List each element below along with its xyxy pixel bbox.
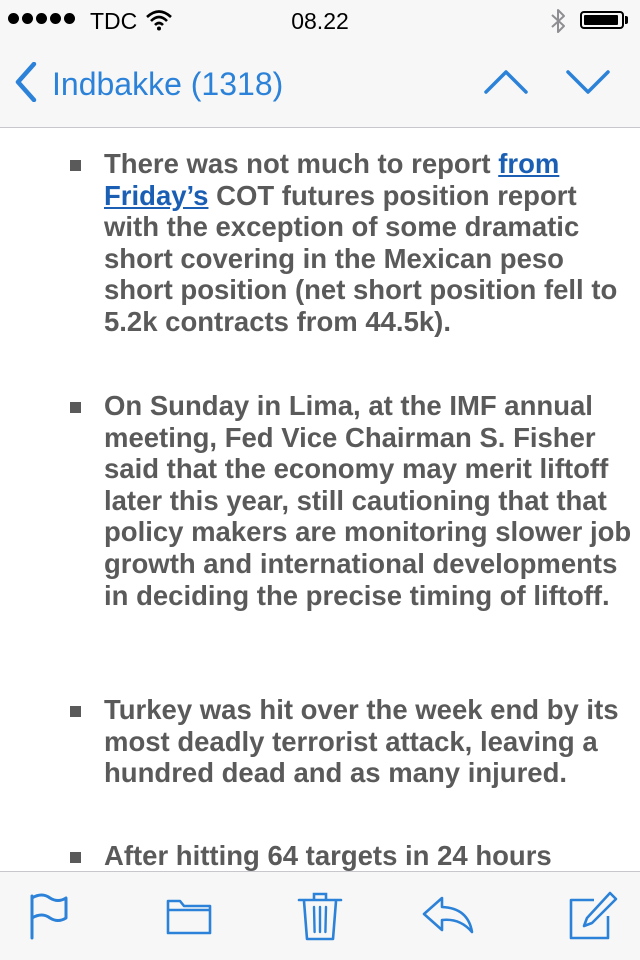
chevron-down-icon bbox=[566, 70, 610, 94]
mail-navigation-bar: Indbakke (1318) bbox=[0, 40, 640, 128]
flag-icon bbox=[30, 893, 68, 940]
next-message-button[interactable] bbox=[564, 66, 612, 103]
reply-icon bbox=[422, 896, 474, 934]
reply-button[interactable] bbox=[420, 890, 476, 945]
folder-icon bbox=[166, 899, 212, 935]
chevron-left-icon bbox=[14, 61, 38, 107]
trash-button[interactable] bbox=[297, 890, 343, 947]
bullet-text: There was not much to report from Friday… bbox=[104, 148, 618, 337]
status-time: 08.22 bbox=[291, 8, 349, 34]
bluetooth-icon bbox=[550, 8, 566, 39]
email-body[interactable]: There was not much to report from Friday… bbox=[0, 128, 640, 871]
trash-icon bbox=[297, 892, 343, 941]
compose-button[interactable] bbox=[566, 890, 618, 947]
flag-button[interactable] bbox=[28, 890, 70, 945]
bullet-text: After hitting 64 targets in 24 hours bbox=[104, 840, 552, 871]
bullet-text: On Sunday in Lima, at the IMF annual mee… bbox=[104, 390, 632, 611]
status-bar: TDC 08.22 bbox=[0, 0, 640, 40]
back-to-inbox-button[interactable]: Indbakke (1318) bbox=[14, 61, 284, 107]
chevron-up-icon bbox=[484, 70, 528, 94]
bullet-icon bbox=[70, 706, 81, 717]
bullet-icon bbox=[70, 160, 81, 171]
move-to-folder-button[interactable] bbox=[164, 890, 214, 945]
compose-icon bbox=[569, 891, 618, 940]
battery-icon bbox=[580, 11, 624, 29]
previous-message-button[interactable] bbox=[482, 66, 530, 103]
bullet-icon bbox=[70, 402, 81, 413]
back-button-label: Indbakke (1318) bbox=[52, 65, 284, 102]
bullet-text: Turkey was hit over the week end by its … bbox=[104, 694, 619, 789]
bullet-icon bbox=[70, 852, 81, 863]
message-toolbar bbox=[0, 871, 640, 960]
